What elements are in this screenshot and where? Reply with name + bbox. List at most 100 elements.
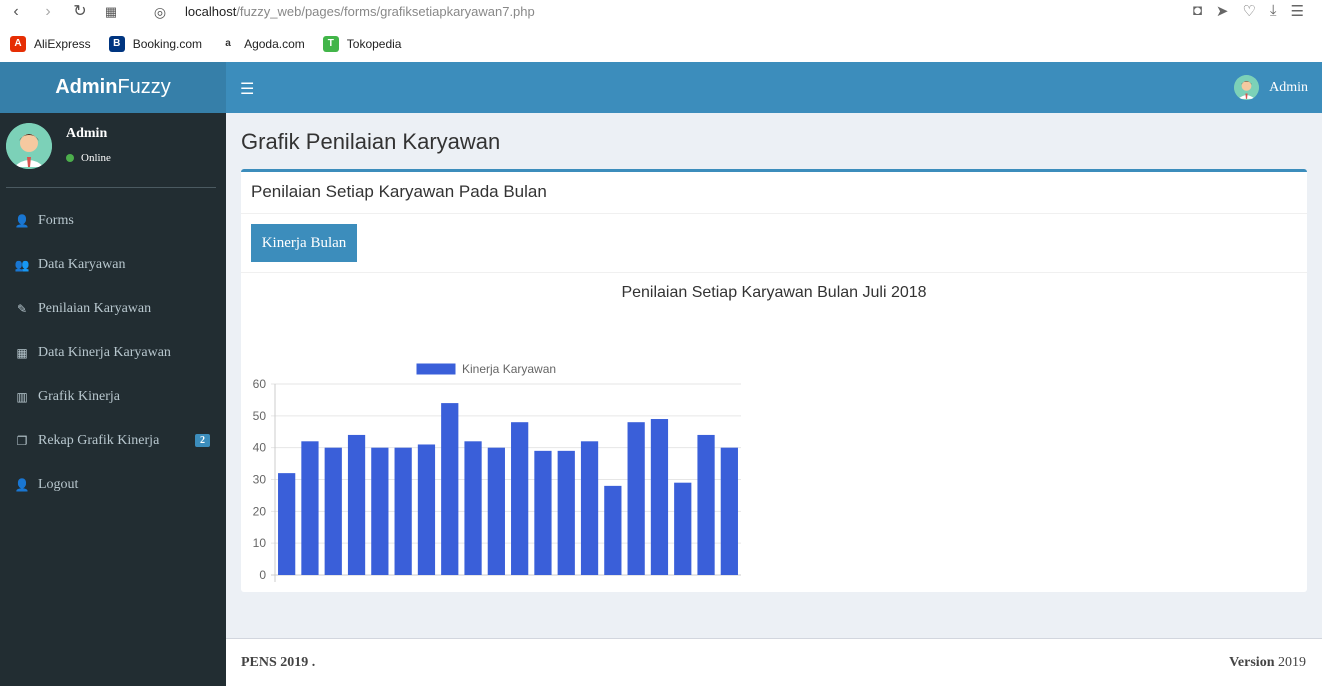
url-path: /fuzzy_web/pages/forms/grafiksetiapkarya…: [236, 4, 535, 19]
version-number: 2019: [1278, 655, 1306, 670]
reload-icon[interactable]: ↻: [70, 2, 90, 22]
bar: [534, 450, 552, 575]
app-logo[interactable]: AdminFuzzy: [0, 62, 226, 113]
legend-label: Kinerja Karyawan: [462, 362, 556, 376]
y-tick-label: 40: [253, 441, 267, 455]
main-content: Grafik Penilaian Karyawan Penilaian Seti…: [226, 113, 1322, 638]
logo-rest: Fuzzy: [117, 76, 171, 98]
bar: [278, 473, 296, 575]
y-tick-label: 30: [253, 473, 267, 487]
user-menu[interactable]: Admin: [1234, 75, 1308, 100]
back-icon[interactable]: ‹: [6, 2, 26, 22]
sidebar-item-logout[interactable]: 👤 Logout: [0, 463, 226, 507]
bookmark-label: Agoda.com: [244, 37, 305, 51]
bar: [347, 434, 366, 575]
send-icon[interactable]: ➤: [1216, 2, 1229, 20]
globe-icon: ◎: [153, 4, 167, 20]
bookmarks-bar: A AliExpress B Booking.com a Agoda.com T…: [0, 33, 409, 55]
tabs-grid-icon[interactable]: ▦: [101, 2, 121, 22]
sidebar-item-forms[interactable]: 👤 Forms: [0, 199, 226, 243]
bar: [487, 447, 505, 575]
booking-icon: B: [108, 36, 125, 52]
user-icon: 👤: [14, 477, 30, 492]
footer-copyright: PENS 2019 .: [241, 655, 316, 670]
footer-version: Version 2019: [1229, 655, 1306, 671]
sidebar-item-label: Data Karyawan: [38, 257, 126, 272]
bar: [324, 447, 342, 575]
bar-chart-icon: ▥: [16, 389, 28, 404]
tokopedia-icon: T: [322, 36, 339, 52]
box-title: Penilaian Setiap Karyawan Pada Bulan: [251, 182, 547, 201]
forward-icon[interactable]: ›: [38, 2, 58, 22]
qrcode-icon: ▦: [16, 345, 28, 360]
y-tick-label: 60: [253, 377, 267, 391]
bar: [674, 482, 692, 575]
bar: [557, 450, 575, 575]
heart-icon[interactable]: ♡: [1242, 2, 1255, 20]
kinerja-bulan-button[interactable]: Kinerja Bulan: [251, 224, 357, 262]
sidebar-item-data-karyawan[interactable]: 👥 Data Karyawan: [0, 243, 226, 287]
bar: [371, 447, 389, 575]
chart-box: Penilaian Setiap Karyawan Pada Bulan Kin…: [241, 169, 1307, 592]
avatar: [1234, 75, 1260, 100]
aliexpress-icon: A: [10, 36, 26, 52]
bar: [394, 447, 412, 575]
sidebar-divider: [6, 187, 216, 188]
user-name: Admin: [66, 126, 108, 141]
bookmark-label: Booking.com: [132, 37, 203, 51]
bookmark-booking[interactable]: B Booking.com: [108, 36, 203, 52]
copy-icon: ❐: [16, 433, 28, 448]
online-dot-icon: [66, 154, 74, 162]
sidebar-item-label: Rekap Grafik Kinerja: [38, 433, 160, 448]
agoda-icon: a: [220, 36, 237, 52]
bookmark-tokopedia[interactable]: T Tokopedia: [322, 36, 402, 52]
sidebar: AdminFuzzy Admin Online 👤 Forms 👥 Data K…: [0, 62, 226, 686]
users-icon: 👥: [14, 257, 30, 272]
y-tick-label: 10: [253, 536, 267, 550]
address-bar[interactable]: localhost/fuzzy_web/pages/forms/grafikse…: [185, 4, 535, 19]
top-navbar: ☰ Admin: [226, 62, 1322, 113]
browser-tools: ◘ ➤ ♡ ⤓ ☰: [1193, 2, 1304, 20]
user-plus-icon: 👤: [14, 213, 30, 228]
avatar: [6, 123, 52, 169]
hamburger-menu-icon[interactable]: ☰: [240, 79, 254, 99]
bar: [301, 441, 319, 575]
bookmark-label: AliExpress: [34, 37, 91, 51]
url-host: localhost: [185, 4, 237, 19]
footer: PENS 2019 . Version 2019: [226, 638, 1322, 686]
bar-chart: 0102030405060123456789101112131415161718…: [253, 362, 741, 582]
legend-swatch: [415, 362, 457, 376]
divider: [241, 272, 1307, 273]
bar: [441, 403, 459, 575]
y-tick-label: 20: [253, 504, 267, 518]
sidebar-item-data-kinerja[interactable]: ▦ Data Kinerja Karyawan: [0, 331, 226, 375]
bar: [650, 419, 669, 575]
bookmark-aliexpress[interactable]: A AliExpress: [10, 36, 91, 52]
bar: [464, 441, 482, 575]
edit-icon: ✎: [16, 301, 28, 316]
status-label: Online: [81, 152, 111, 164]
bar: [604, 485, 622, 575]
bookmark-label: Tokopedia: [346, 37, 402, 51]
bookmark-agoda[interactable]: a Agoda.com: [220, 36, 305, 52]
chart-title: Penilaian Setiap Karyawan Bulan Juli 201…: [621, 284, 927, 301]
sidebar-item-label: Grafik Kinerja: [38, 389, 121, 404]
bar: [627, 422, 645, 575]
sidebar-item-penilaian-karyawan[interactable]: ✎ Penilaian Karyawan: [0, 287, 226, 331]
bar: [720, 447, 738, 575]
sidebar-item-rekap-grafik[interactable]: ❐ Rekap Grafik Kinerja 2: [0, 419, 226, 463]
avatar-icon: [1234, 75, 1260, 100]
browser-chrome: ‹ › ↻ ▦ ◎ localhost/fuzzy_web/pages/form…: [0, 0, 1322, 62]
download-icon[interactable]: ⤓: [1270, 2, 1277, 20]
logo-bold: Admin: [55, 76, 118, 98]
sidebar-item-label: Forms: [38, 213, 74, 228]
sidebar-item-label: Data Kinerja Karyawan: [38, 345, 171, 360]
y-tick-label: 0: [259, 568, 266, 582]
settings-icon[interactable]: ☰: [1291, 2, 1304, 20]
sidebar-item-grafik-kinerja[interactable]: ▥ Grafik Kinerja: [0, 375, 226, 419]
user-status: Online: [66, 152, 111, 164]
camera-icon[interactable]: ◘: [1193, 2, 1202, 20]
version-label: Version: [1229, 655, 1275, 670]
count-badge: 2: [195, 434, 210, 447]
y-tick-label: 50: [253, 409, 267, 423]
